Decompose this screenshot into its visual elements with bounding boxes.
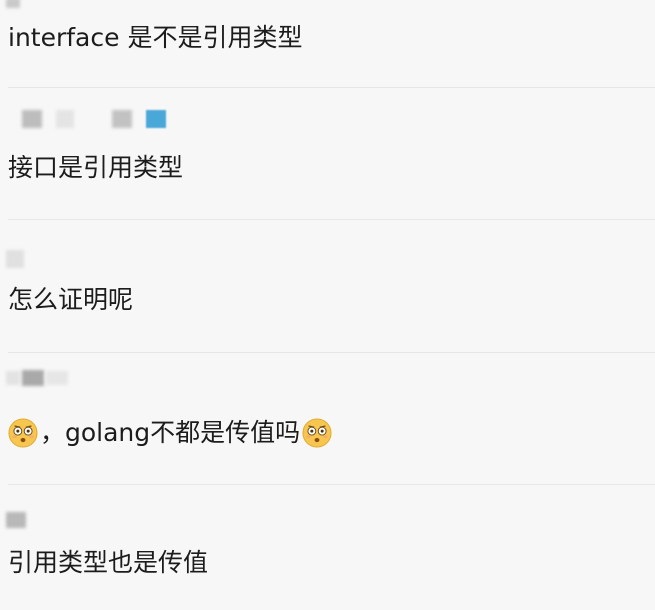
message-text: 引用类型也是传值 [8, 548, 209, 577]
avatar-accent [146, 110, 166, 128]
flushed-face-icon [302, 418, 332, 448]
sender-name-redacted [22, 110, 180, 128]
chat-thread: interface 是不是引用类型 接口是引用类型 怎么证明呢 ，golang不… [0, 0, 655, 610]
sender-name-redacted [6, 0, 34, 12]
divider [8, 352, 655, 353]
sender-name-redacted [6, 250, 38, 268]
message-text-content: ，golang不都是传值吗 [40, 418, 301, 447]
sender-name-redacted [6, 511, 40, 529]
message-text: interface 是不是引用类型 [8, 23, 303, 52]
flushed-face-icon [8, 418, 38, 448]
sender-name-redacted [6, 369, 82, 387]
divider [8, 219, 655, 220]
divider [8, 87, 655, 88]
divider [8, 484, 655, 485]
message-text: 怎么证明呢 [8, 285, 134, 314]
message-text: 接口是引用类型 [8, 153, 184, 182]
message-text: ，golang不都是传值吗 [6, 417, 334, 449]
